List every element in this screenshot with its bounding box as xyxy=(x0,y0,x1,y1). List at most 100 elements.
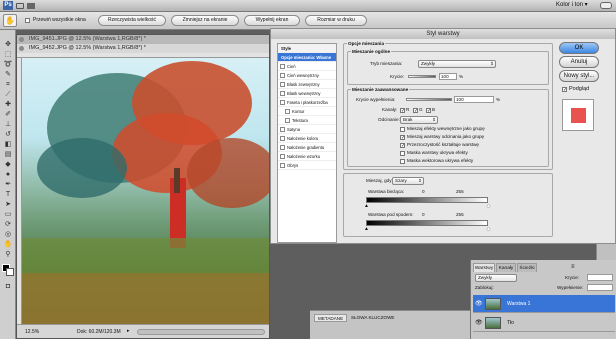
advanced-option-checkbox[interactable] xyxy=(400,127,405,132)
zoom-tool-icon[interactable]: ⚲ xyxy=(2,250,14,259)
photo-canvas[interactable] xyxy=(22,58,269,324)
style-item[interactable]: Faseta i płaskorzeźba xyxy=(278,98,336,107)
blend-if-select[interactable]: Szary ⇕ xyxy=(392,177,424,185)
lasso-tool-icon[interactable]: ➰ xyxy=(2,60,14,69)
actual-pixels-button[interactable]: Rzeczywista wielkość xyxy=(98,15,166,26)
scroll-all-checkbox[interactable] xyxy=(25,18,30,23)
style-checkbox[interactable] xyxy=(280,163,285,168)
eye-icon[interactable]: 👁 xyxy=(475,295,483,313)
tab-channels[interactable]: Kanały xyxy=(496,263,516,272)
style-checkbox[interactable] xyxy=(280,127,285,132)
style-item[interactable]: Cień xyxy=(278,62,336,71)
panel-menu-icon[interactable]: ≡ xyxy=(571,264,575,270)
background-color-swatch[interactable] xyxy=(6,268,14,276)
minibridge-icon[interactable] xyxy=(27,3,35,9)
style-item[interactable]: Nałożenie wzorku xyxy=(278,152,336,161)
gradient-tool-icon[interactable]: ▤ xyxy=(2,150,14,159)
workspace-switcher[interactable]: Kolor i ton ▾ xyxy=(556,1,588,10)
new-style-button[interactable]: Nowy styl... xyxy=(559,70,599,82)
healing-brush-tool-icon[interactable]: ✚ xyxy=(2,100,14,109)
style-checkbox[interactable] xyxy=(280,100,285,105)
style-item[interactable]: Kontur xyxy=(278,107,336,116)
style-checkbox[interactable] xyxy=(280,64,285,69)
this-layer-black-slider[interactable]: ▲ xyxy=(364,204,369,209)
layer-name[interactable]: Warstwa 1 xyxy=(507,295,530,313)
3d-orbit-tool-icon[interactable]: ◎ xyxy=(2,230,14,239)
eyedropper-tool-icon[interactable]: ⟋ xyxy=(2,90,14,99)
style-checkbox[interactable] xyxy=(280,91,285,96)
shape-tool-icon[interactable]: ▭ xyxy=(2,210,14,219)
style-checkbox[interactable] xyxy=(285,118,290,123)
style-item[interactable]: Nałożenie koloru xyxy=(278,134,336,143)
underlying-white-slider[interactable]: ▲ xyxy=(486,227,491,232)
status-menu-icon[interactable]: ▸ xyxy=(127,328,133,335)
advanced-option-checkbox[interactable]: ✓ xyxy=(400,143,405,149)
advanced-option-checkbox[interactable]: ✓ xyxy=(400,135,405,141)
path-selection-tool-icon[interactable]: ➤ xyxy=(2,200,14,209)
layer-blend-mode-select[interactable]: Zwykły xyxy=(475,274,517,282)
blending-options-item[interactable]: Opcje mieszania: Własne xyxy=(278,53,336,62)
layer-row[interactable]: 👁 Tło xyxy=(473,314,615,332)
3d-rotate-tool-icon[interactable]: ⟳ xyxy=(2,220,14,229)
style-checkbox[interactable] xyxy=(285,109,290,114)
history-brush-tool-icon[interactable]: ↺ xyxy=(2,130,14,139)
close-icon[interactable] xyxy=(19,46,24,51)
type-tool-icon[interactable]: T xyxy=(2,190,14,199)
knockout-select[interactable]: Brak ⇕ xyxy=(400,116,438,124)
style-item[interactable]: Blask wewnętrzny xyxy=(278,89,336,98)
clone-stamp-tool-icon[interactable]: ⊥ xyxy=(2,120,14,129)
underlying-black-slider[interactable]: ▲ xyxy=(364,227,369,232)
channel-g-checkbox[interactable]: ✓ xyxy=(413,108,418,114)
opacity-input[interactable]: 100 xyxy=(439,73,457,80)
style-item[interactable]: Obrys xyxy=(278,161,336,170)
advanced-option-checkbox[interactable] xyxy=(400,151,405,156)
layer-fill-input[interactable] xyxy=(587,284,613,291)
style-item[interactable]: Nałożenie gradientu xyxy=(278,143,336,152)
hand-tool-preset-icon[interactable]: ✋ xyxy=(3,14,17,27)
this-layer-white-slider[interactable]: ▲ xyxy=(486,204,491,209)
ok-button[interactable]: OK xyxy=(559,42,599,54)
tab-keywords[interactable]: SŁOWA KLUCZOWE xyxy=(348,314,397,322)
dodge-tool-icon[interactable]: ● xyxy=(2,170,14,179)
crop-tool-icon[interactable]: ⌗ xyxy=(2,80,14,89)
cancel-button[interactable]: Anuluj xyxy=(559,56,599,68)
fill-screen-button[interactable]: Wypełnij ekran xyxy=(244,15,300,26)
layer-opacity-input[interactable] xyxy=(587,274,613,281)
tab-metadata[interactable]: METADANE xyxy=(314,314,348,322)
fill-opacity-input[interactable]: 100 xyxy=(454,96,494,103)
print-size-button[interactable]: Rozmiar w druku xyxy=(305,15,367,26)
style-item[interactable]: Blask zewnętrzny xyxy=(278,80,336,89)
zoom-to-screen-button[interactable]: Zmniejsz na ekranie xyxy=(171,15,239,26)
style-checkbox[interactable] xyxy=(280,82,285,87)
style-checkbox[interactable] xyxy=(280,73,285,78)
tab-paths[interactable]: Ścieżki xyxy=(517,263,537,272)
quick-mask-icon[interactable]: ◘ xyxy=(2,282,14,291)
quick-selection-tool-icon[interactable]: ✎ xyxy=(2,70,14,79)
channel-b-checkbox[interactable]: ✓ xyxy=(426,108,431,114)
layer-name[interactable]: Tło xyxy=(507,314,514,332)
style-checkbox[interactable] xyxy=(280,154,285,159)
horizontal-scrollbar[interactable] xyxy=(137,329,265,335)
pen-tool-icon[interactable]: ✒ xyxy=(2,180,14,189)
bridge-icon[interactable] xyxy=(16,3,24,9)
style-checkbox[interactable] xyxy=(280,136,285,141)
eraser-tool-icon[interactable]: ◧ xyxy=(2,140,14,149)
style-item[interactable]: Tekstura xyxy=(278,116,336,125)
style-checkbox[interactable] xyxy=(280,145,285,150)
channel-r-checkbox[interactable]: ✓ xyxy=(400,108,405,114)
marquee-tool-icon[interactable]: ⬚ xyxy=(2,50,14,59)
opacity-slider[interactable] xyxy=(408,75,436,78)
zoom-level[interactable]: 12.5% xyxy=(25,329,39,335)
close-icon[interactable] xyxy=(19,37,24,42)
eye-icon[interactable]: 👁 xyxy=(475,314,483,332)
document-tab-front[interactable]: IMG_9452.JPG @ 12.5% (Warstwa 1,RGB/8*) … xyxy=(17,44,269,53)
layer-row[interactable]: 👁 Warstwa 1 xyxy=(473,295,615,313)
blur-tool-icon[interactable]: ◆ xyxy=(2,160,14,169)
styles-header[interactable]: Style xyxy=(278,44,336,53)
document-info[interactable]: Dok: 60.2M/120.3M xyxy=(77,329,121,335)
search-field[interactable] xyxy=(600,2,612,9)
blend-mode-select[interactable]: Zwykły ⇕ xyxy=(418,60,496,68)
document-tab-back[interactable]: IMG_9451.JPG @ 12.5% (Warstwa 1,RGB/8*) … xyxy=(17,35,269,44)
style-item[interactable]: Cień wewnętrzny xyxy=(278,71,336,80)
tab-layers[interactable]: Warstwy xyxy=(473,263,495,272)
